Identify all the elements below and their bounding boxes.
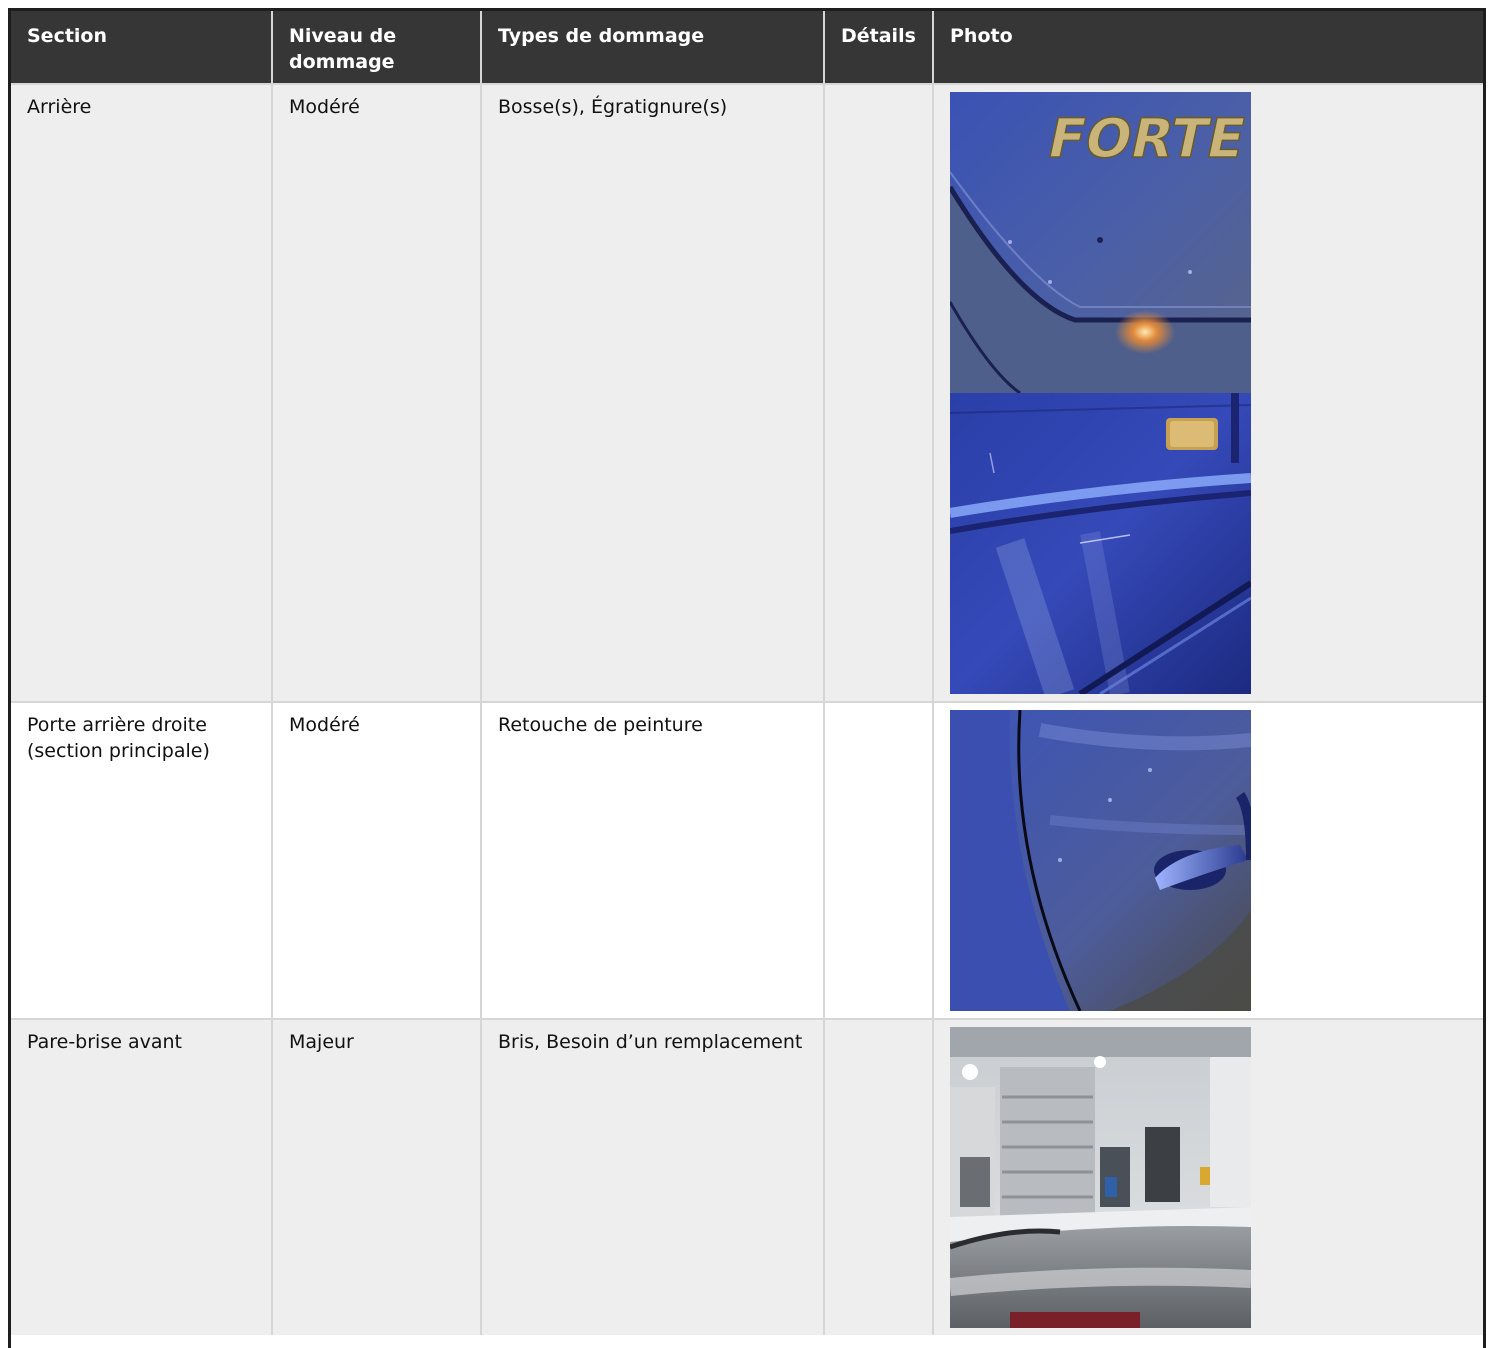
cell-photos [932, 701, 1483, 1019]
cell-photos [932, 1018, 1483, 1335]
cell-section: Porte arrière droite (section principale… [11, 701, 272, 1019]
rear-door-handle-photo[interactable] [950, 710, 1251, 1011]
cell-details [823, 701, 933, 1019]
rear-door-handle-image [950, 710, 1251, 1011]
cell-damage-level: Majeur [271, 1018, 481, 1335]
cell-damage-types: Retouche de peinture [480, 701, 824, 1019]
damage-report-frame: Section Niveau de dommage Types de domma… [8, 8, 1486, 1348]
forte-trunk-badge-image: FORTE [950, 92, 1251, 393]
cell-photos: FORTE [932, 83, 1483, 702]
cell-details [823, 1018, 933, 1335]
header-photo: Photo [932, 11, 1483, 84]
forte-trunk-badge-photo[interactable]: FORTE [950, 92, 1251, 393]
cell-damage-level: Modéré [271, 83, 481, 702]
cell-section: Pare-brise avant [11, 1018, 272, 1335]
header-section: Section [11, 11, 272, 84]
header-details: Détails [823, 11, 933, 84]
header-damage-types: Types de dommage [480, 11, 824, 84]
garage-through-windshield-photo[interactable] [950, 1027, 1251, 1328]
trunk-lid-scratch-photo[interactable] [950, 393, 1251, 694]
cell-damage-level: Modéré [271, 701, 481, 1019]
table-row: Arrière Modéré Bosse(s), Égratignure(s) [11, 83, 1483, 702]
forte-badge-text: FORTE [1042, 107, 1251, 170]
damage-table: Section Niveau de dommage Types de domma… [11, 11, 1483, 1335]
cell-damage-types: Bosse(s), Égratignure(s) [480, 83, 824, 702]
header-damage-level: Niveau de dommage [271, 11, 481, 84]
cell-details [823, 83, 933, 702]
trunk-lid-scratch-image [950, 393, 1251, 694]
garage-through-windshield-image [950, 1027, 1251, 1328]
cell-section: Arrière [11, 83, 272, 702]
table-header-row: Section Niveau de dommage Types de domma… [11, 11, 1483, 84]
table-row: Porte arrière droite (section principale… [11, 701, 1483, 1019]
table-row: Pare-brise avant Majeur Bris, Besoin d’u… [11, 1018, 1483, 1335]
cell-damage-types: Bris, Besoin d’un remplacement [480, 1018, 824, 1335]
